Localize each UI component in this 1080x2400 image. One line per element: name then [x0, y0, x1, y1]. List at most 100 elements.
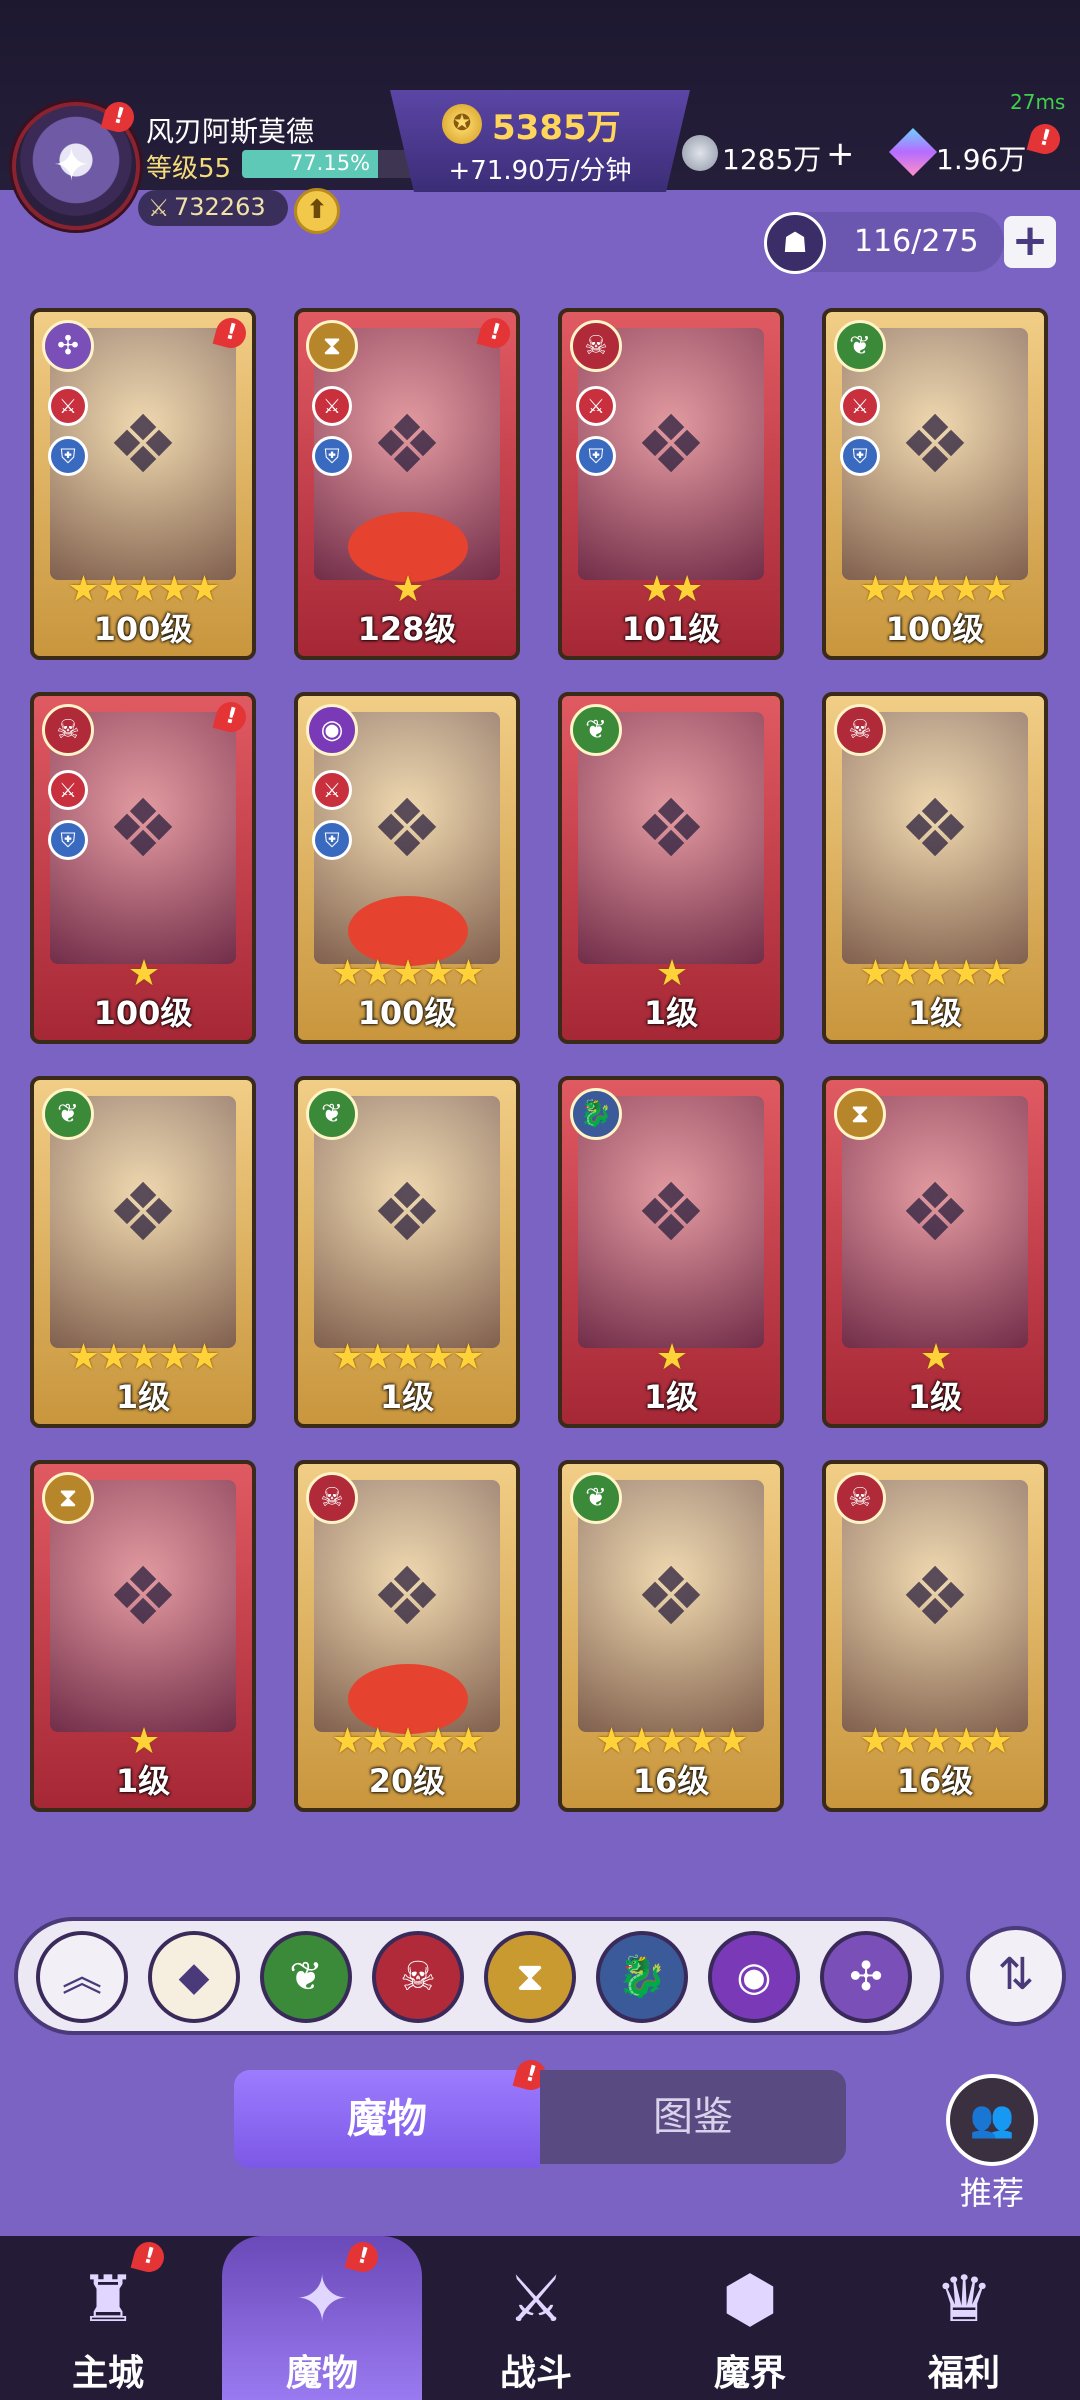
filter-vortex-icon[interactable]: ✣ [820, 1931, 912, 2023]
monster-card[interactable]: ❖ ◉ ⚔ ⛨ ★★★★★ 100级 [294, 692, 520, 1044]
capacity-add-button[interactable]: + [1004, 216, 1056, 268]
shield-role-icon: ⛨ [312, 436, 352, 476]
nav-item-0[interactable]: ♜ 主城! [8, 2236, 208, 2400]
monster-card[interactable]: ❖ ❦ ★★★★★ 1级 [30, 1076, 256, 1428]
monster-card[interactable]: ❖ ✣ ⚔ ⛨ ★★★★★ 100级! [30, 308, 256, 660]
monster-silhouette-icon: ❖ [899, 782, 971, 875]
monster-silhouette-icon: ❖ [635, 782, 707, 875]
monster-card[interactable]: ❖ ☠ ⚔ ⛨ ★ 100级! [30, 692, 256, 1044]
monster-silhouette-icon: ❖ [371, 1166, 443, 1259]
attack-role-icon: ⚔ [312, 386, 352, 426]
gold-amount: 5385万 [492, 108, 621, 148]
gem-add-button[interactable]: + [826, 134, 855, 174]
filter-all-factions-icon[interactable]: ◆ [148, 1931, 240, 2023]
nav-label: 主城 [71, 2353, 144, 2394]
nav-label: 战斗 [499, 2353, 572, 2394]
tab-codex[interactable]: 图鉴 [540, 2070, 846, 2164]
monster-silhouette-icon: ❖ [635, 1166, 707, 1259]
player-level: 等级55 [146, 154, 232, 184]
sort-button[interactable]: ⇅ [966, 1926, 1066, 2026]
sword-icon: ⚔ [148, 194, 170, 222]
filter-collapse-icon[interactable]: ︽ [36, 1931, 128, 2023]
demon-icon: ☠ [834, 1472, 886, 1524]
monster-card[interactable]: ❖ ❦ ★★★★★ 1级 [294, 1076, 520, 1428]
dragon-icon: 🐉 [570, 1088, 622, 1140]
monster-level: 100级 [885, 610, 985, 648]
monster-card[interactable]: ❖ 🐉 ★ 1级 [558, 1076, 784, 1428]
battle-shield-icon: ⚔ [507, 2263, 565, 2337]
exp-bar: 77.15% [242, 150, 418, 178]
monster-level: 20级 [368, 1762, 446, 1800]
monster-silhouette-icon: ❖ [107, 1166, 179, 1259]
shield-role-icon: ⛨ [312, 820, 352, 860]
leaf-icon: ❦ [306, 1088, 358, 1140]
monster-level: 1级 [907, 994, 963, 1032]
demon-icon: ☠ [42, 704, 94, 756]
leaf-icon: ❦ [570, 704, 622, 756]
gold-panel[interactable]: ✪ 5385万 +71.90万/分钟 [390, 90, 690, 192]
monster-capacity: ☗ 116/275 [764, 212, 1004, 274]
demon-icon: ☠ [570, 320, 622, 372]
monster-silhouette-icon: ❖ [107, 1550, 179, 1643]
welfare-chest-icon: ♛ [935, 2263, 993, 2337]
monster-head-icon: ☗ [764, 212, 826, 274]
attack-role-icon: ⚔ [576, 386, 616, 426]
monster-card[interactable]: ❖ ⧗ ⚔ ⛨ ★ 128级! [294, 308, 520, 660]
monster-card[interactable]: ❖ ❦ ★ 1级 [558, 692, 784, 1044]
gem-amount: 1285万 [722, 143, 822, 176]
attack-role-icon: ⚔ [48, 770, 88, 810]
hourglass-icon: ⧗ [834, 1088, 886, 1140]
hourglass-icon: ⧗ [306, 320, 358, 372]
filter-eye-icon[interactable]: ◉ [708, 1931, 800, 2023]
monster-card[interactable]: ❖ ⧗ ★ 1级 [30, 1460, 256, 1812]
monster-level: 100级 [93, 994, 193, 1032]
attack-role-icon: ⚔ [48, 386, 88, 426]
monster-silhouette-icon: ❖ [899, 1166, 971, 1259]
nav-item-2[interactable]: ⚔ 战斗 [436, 2236, 636, 2400]
demon-icon: ☠ [306, 1472, 358, 1524]
filter-dragon-icon[interactable]: 🐉 [596, 1931, 688, 2023]
recommend-button[interactable]: 👥 [946, 2074, 1038, 2166]
monster-card[interactable]: ❖ ☠ ★★★★★ 16级 [822, 1460, 1048, 1812]
monster-card[interactable]: ❖ ❦ ⚔ ⛨ ★★★★★ 100级 [822, 308, 1048, 660]
shield-role-icon: ⛨ [576, 436, 616, 476]
attack-role-icon: ⚔ [840, 386, 880, 426]
crystal-amount: 1.96万 [936, 143, 1027, 176]
capacity-text: 116/275 [854, 224, 979, 259]
hourglass-icon: ⧗ [42, 1472, 94, 1524]
power-display: ⚔ 732263 [138, 190, 288, 226]
filter-demon-icon[interactable]: ☠ [372, 1931, 464, 2023]
filter-hourglass-icon[interactable]: ⧗ [484, 1931, 576, 2023]
monster-silhouette-icon: ❖ [635, 1550, 707, 1643]
monster-level: 100级 [357, 994, 457, 1032]
leaf-icon: ❦ [834, 320, 886, 372]
monster-silhouette-icon: ❖ [899, 1550, 971, 1643]
tab-monsters[interactable]: 魔物 [234, 2070, 540, 2168]
gem-icon [682, 135, 718, 171]
monster-level: 1级 [643, 1378, 699, 1416]
power-value: 732263 [174, 193, 266, 221]
filter-leaf-icon[interactable]: ❦ [260, 1931, 352, 2023]
monster-card[interactable]: ❖ ☠ ★★★★★ 1级 [822, 692, 1048, 1044]
shield-role-icon: ⛨ [840, 436, 880, 476]
monster-level: 101级 [621, 610, 721, 648]
shield-role-icon: ⛨ [48, 436, 88, 476]
nav-item-1[interactable]: ✦ 魔物! [222, 2236, 422, 2400]
power-upgrade-button[interactable]: ⬆ [294, 188, 340, 234]
nav-item-3[interactable]: ⬢ 魔界 [650, 2236, 850, 2400]
monster-card[interactable]: ❖ ⧗ ★ 1级 [822, 1076, 1048, 1428]
monster-card[interactable]: ❖ ❦ ★★★★★ 16级 [558, 1460, 784, 1812]
monster-level: 1级 [115, 1762, 171, 1800]
nav-label: 福利 [927, 2353, 1000, 2394]
monster-card[interactable]: ❖ ☠ ⚔ ⛨ ★★ 101级 [558, 308, 784, 660]
nav-item-4[interactable]: ♛ 福利 [864, 2236, 1064, 2400]
monster-card[interactable]: ❖ ☠ ★★★★★ 20级 [294, 1460, 520, 1812]
monster-level: 1级 [907, 1378, 963, 1416]
bottom-nav: ♜ 主城! ✦ 魔物! ⚔ 战斗 ⬢ 魔界 ♛ 福利 [0, 2236, 1080, 2400]
monster-grid: ❖ ✣ ⚔ ⛨ ★★★★★ 100级! ❖ ⧗ ⚔ ⛨ ★ 128级! ❖ ☠ ⚔ ⛨ ★★ 101级 ❖ ❦ ⚔ ⛨ ★★… [0, 300, 1080, 1865]
nav-label: 魔界 [713, 2353, 786, 2394]
monster-level: 100级 [93, 610, 193, 648]
demon-icon: ☠ [834, 704, 886, 756]
monster-level: 1级 [115, 1378, 171, 1416]
demon-realm-icon: ⬢ [722, 2263, 778, 2337]
